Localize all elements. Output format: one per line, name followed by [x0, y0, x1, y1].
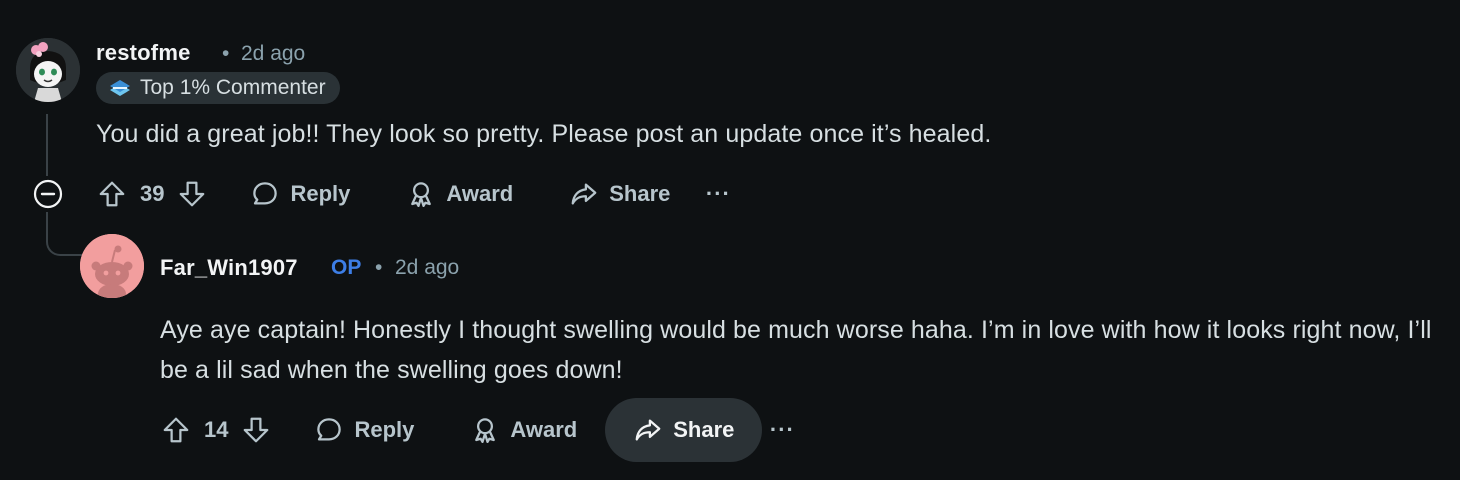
upvote-arrow-icon: [163, 417, 189, 443]
reply-label: Reply: [290, 181, 351, 206]
reply-bubble-icon: [253, 182, 278, 205]
share-arrow-icon: [635, 419, 661, 441]
award-ribbon-icon: [475, 418, 496, 443]
reply-label: Reply: [354, 417, 415, 442]
upvote-button[interactable]: [158, 412, 194, 448]
op-tag: OP: [331, 256, 362, 279]
comment-body: Aye aye captain! Honestly I thought swel…: [160, 316, 1432, 384]
vote-group: 39: [94, 176, 210, 212]
award-label: Award: [446, 181, 514, 206]
collapse-thread-button[interactable]: [32, 178, 64, 210]
downvote-arrow-icon: [180, 181, 205, 207]
vote-score: 14: [204, 417, 229, 442]
top-commenter-badge[interactable]: Top 1% Commenter: [96, 72, 340, 104]
award-button[interactable]: Award: [378, 162, 541, 226]
comment-timestamp[interactable]: 2d ago: [395, 256, 459, 280]
collapse-minus-icon: [33, 179, 63, 209]
downvote-button[interactable]: [238, 412, 274, 448]
avatar[interactable]: [80, 234, 144, 298]
share-label: Share: [673, 417, 735, 442]
comment-action-bar: 14 Reply Award Share ···: [158, 398, 802, 462]
comment-action-bar: 39 Reply Award Share ···: [94, 162, 738, 226]
award-button[interactable]: Award: [442, 398, 605, 462]
snoo-avatar-icon: [80, 234, 144, 298]
badge-label: Top 1% Commenter: [140, 76, 326, 99]
upvote-arrow-icon: [99, 181, 125, 207]
share-arrow-icon: [571, 183, 597, 205]
vote-group: 14: [158, 412, 274, 448]
share-button[interactable]: Share: [541, 162, 698, 226]
reply-bubble-icon: [317, 418, 342, 441]
upvote-button[interactable]: [94, 176, 130, 212]
user-avatar-icon: [16, 38, 80, 102]
vote-score: 39: [140, 181, 165, 206]
comment-author[interactable]: restofme: [96, 40, 191, 66]
reply-button[interactable]: Reply: [222, 162, 378, 226]
award-ribbon-icon: [411, 182, 432, 207]
downvote-button[interactable]: [174, 176, 210, 212]
downvote-arrow-icon: [244, 417, 269, 443]
share-button[interactable]: Share: [605, 398, 763, 462]
reply-button[interactable]: Reply: [286, 398, 442, 462]
more-options-button[interactable]: ···: [698, 174, 738, 214]
comment-author[interactable]: Far_Win1907: [160, 255, 298, 281]
thread-line: [46, 114, 48, 176]
award-label: Award: [510, 417, 578, 442]
meta-separator: •: [222, 42, 230, 65]
avatar[interactable]: [16, 38, 80, 102]
comment-body: You did a great job!! They look so prett…: [96, 120, 992, 148]
comment-timestamp[interactable]: 2d ago: [241, 42, 305, 66]
comment-thread: restofme • 2d ago Top 1% Commenter You d…: [0, 0, 1460, 480]
top-commenter-icon: [110, 80, 130, 96]
meta-separator: •: [375, 256, 383, 279]
share-label: Share: [609, 181, 671, 206]
thread-connector: [46, 212, 82, 256]
more-options-button[interactable]: ···: [762, 410, 802, 450]
